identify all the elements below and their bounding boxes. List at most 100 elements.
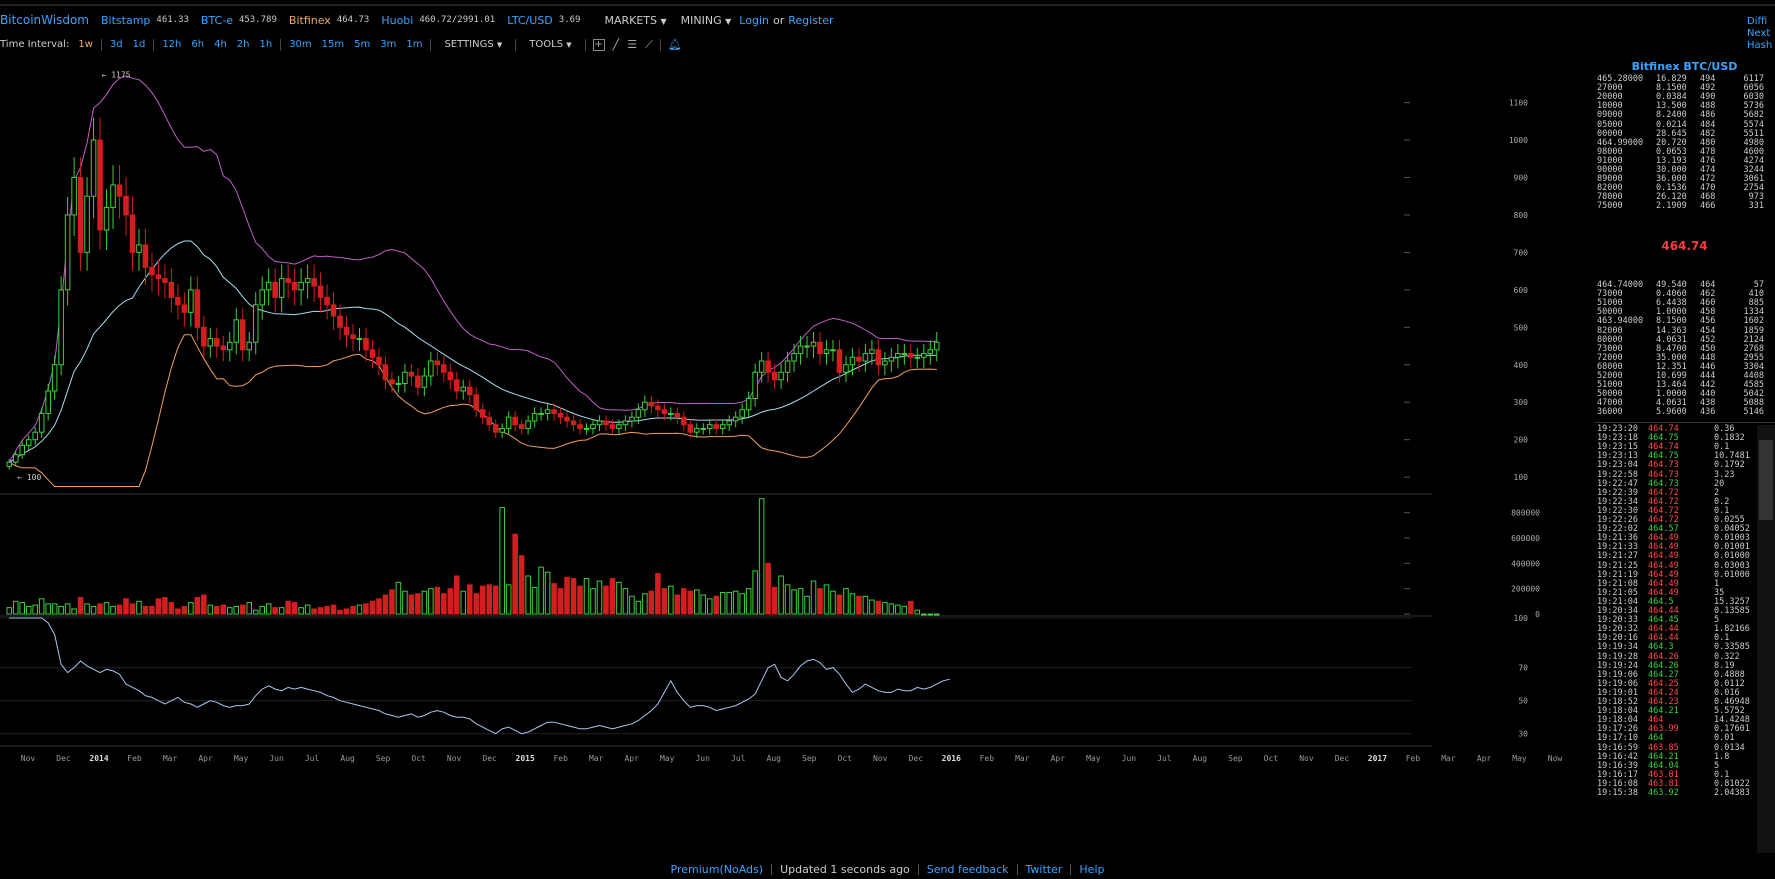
price-tick-label: 200 [1514,436,1529,445]
volume-bar [538,566,544,615]
volume-bar [227,607,233,615]
volume-bar [298,607,304,615]
candle [402,371,408,385]
site-logo[interactable]: BitcoinWisdom [0,13,89,27]
rsi-indicator [9,617,950,735]
volume-bar [577,585,583,615]
candle [25,439,32,446]
candle [525,420,531,429]
x-axis-label: May [234,754,249,763]
volume-bar [570,578,577,615]
login-link[interactable]: Login [739,14,769,27]
interval-1m[interactable]: 1m [406,39,422,50]
candle [188,289,194,313]
volume-tick-label: 400000 [1511,559,1540,568]
x-axis-label: May [1512,754,1527,763]
candle [655,405,661,411]
volume-bar [265,603,272,615]
next-link[interactable]: Next [1747,28,1772,40]
x-axis-label: Feb [553,754,568,763]
x-axis-label: Nov [447,754,462,763]
candle [239,319,246,351]
x-axis-label: 2014 [89,754,108,763]
exchange-bitfinex[interactable]: Bitfinex 464.73 [289,14,369,27]
volume-bar [376,598,382,615]
x-axis-label: Oct [411,754,426,763]
candle [350,334,356,340]
candle [168,281,175,298]
markets-label: MARKETS [604,13,658,27]
line-tool-icon[interactable]: ╱ [613,38,620,51]
settings-menu[interactable]: SETTINGS ▼ [444,39,502,50]
interval-1w[interactable]: 1w [78,39,93,50]
candle [337,315,343,328]
volume-bar [927,613,934,616]
interval-3d[interactable]: 3d [110,39,123,50]
interval-12h[interactable]: 12h [162,39,181,50]
mining-menu[interactable]: MINING ▼ [681,14,732,27]
interval-2h[interactable]: 2h [237,39,250,50]
divider [1594,422,1775,423]
interval-6h[interactable]: 6h [191,39,204,50]
volume-bar [616,581,622,615]
candle [6,461,13,467]
candle [389,379,395,385]
volume-bar [635,600,642,615]
candle [12,454,19,463]
horizontal-lines-icon[interactable]: ☰ [627,38,637,51]
candle [901,353,908,356]
interval-30m[interactable]: 30m [289,39,311,50]
interval-5m[interactable]: 5m [354,39,370,50]
rsi-line [9,617,950,735]
interval-4h[interactable]: 4h [214,39,227,50]
markets-menu[interactable]: MARKETS ▼ [604,14,666,27]
exchange-ltcusd[interactable]: LTC/USD 3.69 [507,14,580,27]
candle [505,416,512,429]
tools-menu[interactable]: TOOLS ▼ [529,39,571,50]
chevron-down-icon: ▼ [725,16,732,26]
volume-bar [771,586,778,615]
exchange-bitstamp[interactable]: Bitstamp 461.33 [101,14,189,27]
candle [45,390,51,414]
interval-1d[interactable]: 1d [133,39,146,50]
candle [862,353,869,362]
fibonacci-tool-icon[interactable]: ⟋ [645,38,653,52]
volume-bar [525,575,531,615]
x-axis-label: Dec [909,754,924,763]
scrollbar-thumb[interactable] [1759,440,1773,520]
price-chart[interactable]: 100 200 300 400 500 600 700 800 900 1000 1100 0 2000… [0,52,1594,852]
premium-link[interactable]: Premium(NoAds) [663,863,772,876]
volume-bar [259,605,265,615]
candle [369,349,376,358]
volume-bar [19,602,25,615]
orderbook-cell: 466 [1700,201,1716,212]
candle [434,360,441,366]
candle [570,420,577,426]
volume-bar [486,584,492,615]
chart-grid [0,493,1432,747]
volume-bar [901,605,908,615]
exchange-btce[interactable]: BTC-e 453.789 [201,14,277,27]
send-feedback-link[interactable]: Send feedback [919,863,1017,876]
crosshair-icon[interactable]: + [592,38,605,51]
x-axis-label: Feb [980,754,995,763]
volume-bar [239,604,246,615]
candle [447,371,454,381]
interval-3m[interactable]: 3m [380,39,396,50]
volume-bar [25,605,32,615]
bell-icon[interactable]: 🔔︎ [668,38,682,51]
interval-15m[interactable]: 15m [322,39,344,50]
hashrate-link[interactable]: Hash [1747,40,1772,52]
candle [726,420,732,426]
interval-1h[interactable]: 1h [259,39,272,50]
twitter-link[interactable]: Twitter [1018,863,1071,876]
x-axis-label: Oct [1264,754,1279,763]
volume-bar [447,588,454,615]
exchange-huobi[interactable]: Huobi 460.72/2991.01 [381,14,495,27]
last-price: 464.74 [1661,239,1708,253]
x-axis-label: Jun [269,754,284,763]
help-link[interactable]: Help [1071,863,1112,876]
difficulty-link[interactable]: Diffi [1747,16,1772,28]
candle [797,345,804,355]
register-link[interactable]: Register [788,14,833,27]
